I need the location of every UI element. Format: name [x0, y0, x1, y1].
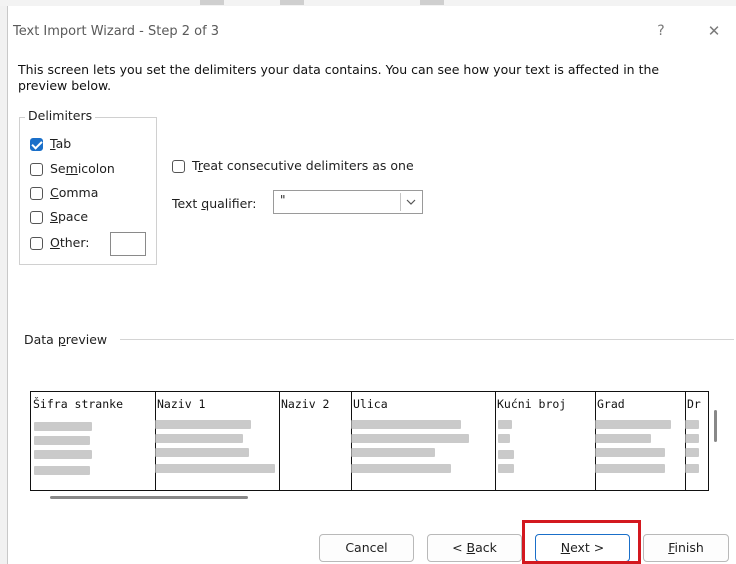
redacted-cell: [685, 448, 699, 457]
data-preview-grid[interactable]: Šifra stranke Naziv 1 Naziv 2 Ulica Kućn…: [30, 391, 709, 491]
checkbox-space-box[interactable]: [30, 211, 43, 224]
redacted-cell: [685, 434, 699, 443]
redacted-cell: [34, 422, 92, 431]
other-delimiter-input[interactable]: [110, 232, 146, 256]
checkbox-semicolon-box[interactable]: [30, 163, 43, 176]
redacted-cell: [685, 464, 699, 473]
preview-column-header: Naziv 2: [281, 397, 330, 411]
dialog-title: Text Import Wizard - Step 2 of 3: [13, 24, 220, 39]
redacted-cell: [34, 466, 90, 475]
redacted-cell: [34, 450, 92, 459]
preview-column[interactable]: Šifra stranke: [31, 392, 156, 490]
preview-divider: [120, 339, 734, 340]
checkbox-comma-label: Comma: [50, 185, 99, 200]
background-window-edge: [0, 6, 8, 564]
description-text: This screen lets you set the delimiters …: [18, 62, 660, 93]
redacted-cell: [155, 448, 249, 457]
checkbox-tab-label: Tab: [50, 136, 72, 151]
finish-button[interactable]: Finish: [643, 534, 729, 562]
preview-column-header: Kućni broj: [497, 397, 567, 411]
redacted-cell: [685, 420, 699, 429]
delimiters-group-title: Delimiters: [25, 108, 96, 123]
preview-column[interactable]: Grad: [595, 392, 686, 490]
redacted-cell: [351, 434, 469, 443]
checkbox-comma-box[interactable]: [30, 187, 43, 200]
back-button[interactable]: < Back: [427, 534, 522, 562]
preview-column-header: Grad: [597, 397, 625, 411]
checkbox-tab-box[interactable]: [30, 138, 43, 151]
cancel-button[interactable]: Cancel: [319, 534, 414, 562]
preview-column-header: Šifra stranke: [33, 397, 124, 411]
data-preview-title: Data preview: [24, 332, 112, 347]
checkbox-other-label: Other:: [50, 235, 90, 250]
vertical-scrollbar[interactable]: [714, 410, 717, 442]
text-qualifier-label: Text qualifier:: [172, 196, 257, 211]
redacted-cell: [155, 434, 243, 443]
preview-column[interactable]: Ulica: [351, 392, 496, 490]
preview-column[interactable]: Naziv 2: [279, 392, 352, 490]
preview-column-header: Naziv 1: [157, 397, 206, 411]
strip-tick: [280, 0, 304, 5]
redacted-cell: [155, 420, 251, 429]
redacted-cell: [155, 464, 275, 473]
text-qualifier-value: ": [280, 193, 286, 207]
strip-tick: [200, 0, 224, 5]
preview-column-header: Dr: [687, 397, 701, 411]
preview-column[interactable]: Naziv 1: [155, 392, 280, 490]
checkbox-other-box[interactable]: [30, 237, 43, 250]
redacted-cell: [595, 420, 671, 429]
redacted-cell: [498, 450, 514, 459]
redacted-cell: [498, 420, 512, 429]
next-button-highlight: [522, 520, 641, 564]
redacted-cell: [34, 436, 90, 445]
redacted-cell: [351, 448, 435, 457]
chevron-down-icon[interactable]: [400, 193, 421, 211]
redacted-cell: [351, 420, 461, 429]
redacted-cell: [595, 464, 665, 473]
redacted-cell: [498, 464, 514, 473]
checkbox-consecutive-label: Treat consecutive delimiters as one: [192, 158, 414, 173]
close-button[interactable]: ✕: [703, 20, 725, 42]
horizontal-scrollbar[interactable]: [50, 496, 248, 499]
checkbox-consecutive-box[interactable]: [172, 160, 185, 173]
checkbox-space-label: Space: [50, 209, 89, 224]
help-button[interactable]: ?: [650, 20, 672, 42]
redacted-cell: [595, 434, 651, 443]
checkbox-semicolon-label: Semicolon: [50, 161, 115, 176]
preview-column[interactable]: Kućni broj: [495, 392, 596, 490]
redacted-cell: [595, 448, 665, 457]
preview-column-header: Ulica: [353, 397, 388, 411]
redacted-cell: [498, 434, 510, 443]
preview-column[interactable]: Dr: [685, 392, 708, 490]
redacted-cell: [351, 464, 451, 473]
strip-tick: [420, 0, 444, 5]
